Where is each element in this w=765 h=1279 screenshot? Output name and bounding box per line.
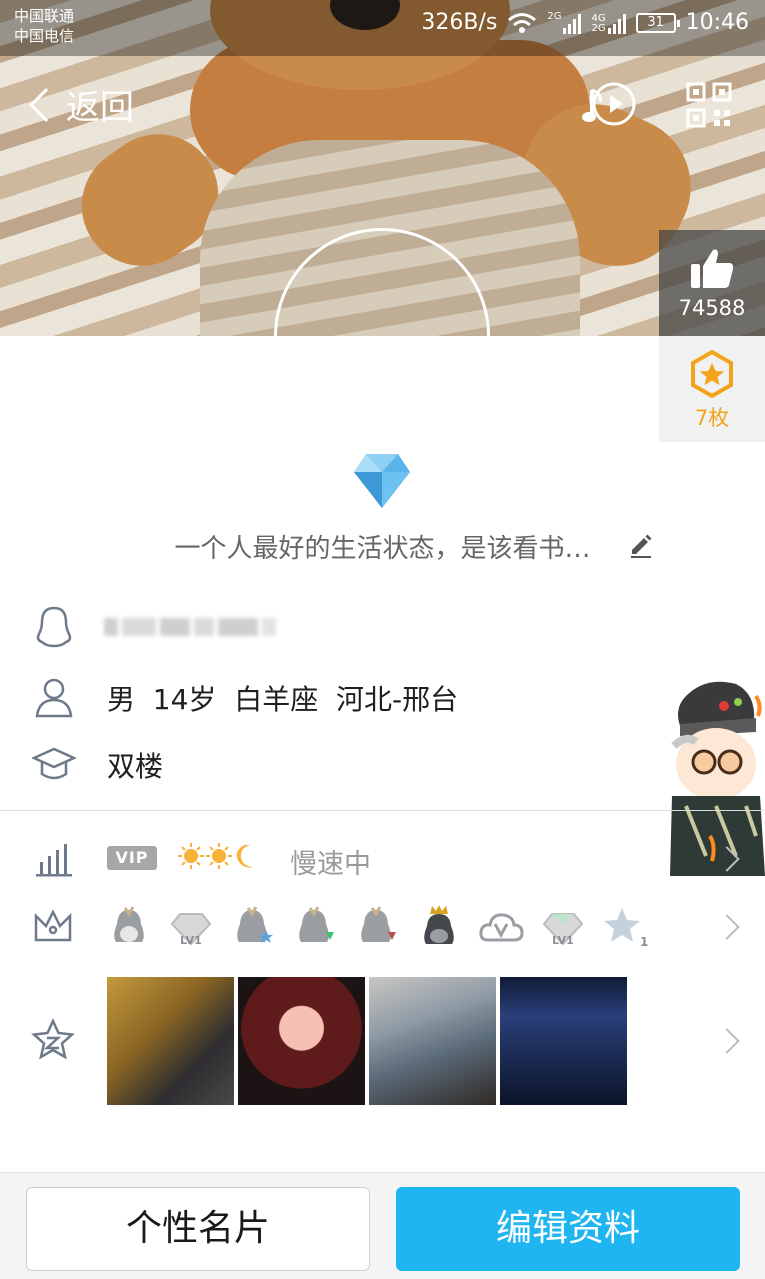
bottom-action-bar: 个性名片 编辑资料 [0, 1172, 765, 1279]
section-divider [0, 810, 765, 811]
signal-2-icon: 4G 2G [591, 12, 626, 34]
edit-pencil-icon[interactable] [628, 532, 654, 558]
qq-number-blurred [104, 612, 284, 642]
photo-wall[interactable] [107, 977, 627, 1105]
signal-1-label: 2G [547, 10, 562, 22]
signature-text: 一个人最好的生活状态，是该看书… [174, 534, 591, 564]
signal-2-labels: 4G 2G [591, 12, 606, 34]
photo-thumbnail[interactable] [238, 977, 365, 1105]
signal-2-label-bottom: 2G [591, 22, 606, 34]
basic-info-text: 男 14岁 白羊座 河北-邢台 [107, 683, 459, 716]
back-button[interactable]: 返回 [22, 80, 134, 129]
star-1-badge-icon: 1 [604, 908, 648, 949]
like-count: 74588 [678, 296, 746, 320]
diamond-icon[interactable] [352, 452, 412, 510]
speed-status: 慢速中 [290, 849, 371, 880]
level-icons [178, 842, 260, 870]
school-text: 双楼 [107, 750, 164, 783]
school-row: 双楼 [0, 735, 765, 795]
medal-count: 7枚 [694, 406, 730, 430]
signal-2-label-top: 4G [591, 12, 606, 24]
basic-info-row: 男 14岁 白羊座 河北-邢台 [0, 668, 765, 728]
chevron-left-icon [29, 87, 63, 122]
penguin-star-badge-icon [237, 906, 273, 943]
vip-badge[interactable]: VIP [107, 846, 157, 870]
personal-card-button[interactable]: 个性名片 [26, 1187, 370, 1271]
carrier-2: 中国电信 [14, 27, 75, 45]
diamond-lv1-badge-icon: LV1 [542, 913, 584, 947]
status-bar: 中国联通 中国电信 326B/s 2G 4G 2G 31 10:46 [0, 0, 765, 52]
music-play-icon[interactable] [582, 78, 638, 130]
status-right: 326B/s 2G 4G 2G 31 10:46 [421, 10, 749, 35]
star-count-label: 1 [640, 935, 648, 949]
cartoon-sticker-icon[interactable] [666, 676, 765, 886]
net-speed: 326B/s [421, 10, 498, 35]
sun-icon [178, 843, 204, 869]
moon-icon [236, 844, 253, 868]
avatar[interactable] [274, 228, 490, 336]
chevron-right-icon[interactable] [714, 914, 740, 940]
sun-icon [206, 843, 232, 869]
signal-1-icon: 2G [547, 10, 582, 34]
penguin-crown-badge-icon [424, 905, 454, 944]
qr-code-icon[interactable] [686, 82, 732, 128]
lv1-label: LV1 [552, 934, 574, 947]
carrier-1: 中国联通 [14, 7, 75, 25]
medal-button[interactable]: 7枚 [659, 336, 765, 442]
penguin-icon [36, 606, 72, 648]
carrier-labels: 中国联通 中国电信 [14, 6, 74, 46]
photo-thumbnail[interactable] [369, 977, 496, 1105]
badge-list[interactable]: LV1 LV1 1 [106, 904, 648, 950]
crown-icon [34, 909, 72, 942]
battery-icon: 31 [635, 12, 680, 33]
back-label: 返回 [66, 88, 134, 128]
photo-thumbnail[interactable] [500, 977, 627, 1105]
lv1-label: LV1 [180, 934, 202, 947]
photo-thumbnail[interactable] [107, 977, 234, 1105]
wifi-icon [508, 12, 537, 33]
medal-star-icon [691, 349, 733, 399]
diamond-lv1-badge-icon: LV1 [170, 913, 212, 947]
cloud-v-badge-icon [479, 913, 524, 942]
thumbs-up-icon [691, 249, 734, 288]
star-z-icon [31, 1018, 75, 1060]
edit-profile-button[interactable]: 编辑资料 [396, 1187, 740, 1271]
like-button[interactable]: 74588 [659, 230, 765, 336]
penguin-green-badge-icon [299, 906, 334, 942]
penguin-badge-icon [114, 906, 144, 942]
level-chart-icon [36, 844, 72, 877]
clock: 10:46 [685, 10, 749, 35]
chevron-right-icon[interactable] [714, 1028, 740, 1054]
penguin-red-badge-icon [361, 906, 396, 942]
